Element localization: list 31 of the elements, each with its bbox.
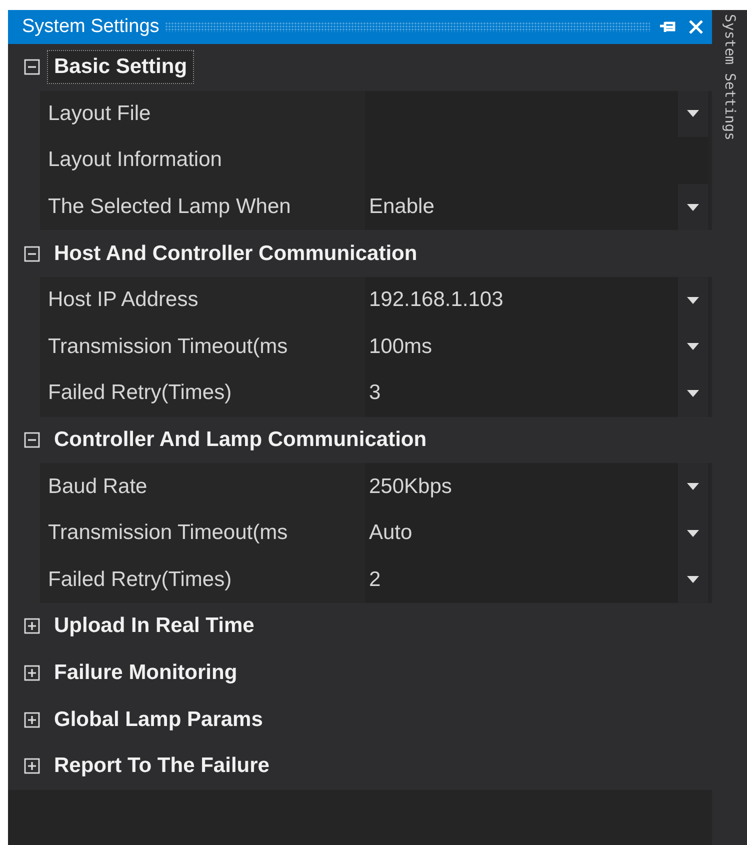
- dropdown-button[interactable]: [678, 463, 708, 510]
- dropdown-button[interactable]: [678, 184, 708, 230]
- caret-icon: [687, 296, 699, 304]
- dropdown-button[interactable]: [678, 276, 708, 324]
- close-button[interactable]: [686, 18, 706, 36]
- caret-icon: [687, 390, 699, 397]
- caret-icon: [687, 576, 699, 584]
- collapse-icon[interactable]: [23, 431, 41, 450]
- category-header[interactable]: Upload In Real Time: [47, 609, 262, 644]
- caret-icon: [687, 204, 699, 211]
- dropdown-button[interactable]: [678, 556, 708, 604]
- caret-icon: [687, 343, 699, 350]
- dropdown-button[interactable]: [678, 90, 708, 138]
- expand-icon[interactable]: [23, 757, 41, 776]
- dropdown-button[interactable]: [678, 370, 708, 417]
- category-header[interactable]: Failure Monitoring: [47, 656, 244, 690]
- expand-icon[interactable]: [23, 617, 41, 636]
- caret-icon: [687, 530, 699, 537]
- category-header[interactable]: Host And Controller Communication: [47, 236, 424, 271]
- side-tab[interactable]: System Settings: [722, 14, 738, 140]
- expand-icon[interactable]: [23, 710, 41, 729]
- collapse-icon[interactable]: [23, 58, 41, 76]
- category-header[interactable]: Basic Setting: [47, 50, 194, 84]
- expand-icon[interactable]: [23, 664, 41, 682]
- caret-icon: [687, 483, 699, 490]
- category-header[interactable]: Controller And Lamp Communication: [47, 423, 434, 458]
- category-header[interactable]: Report To The Failure: [47, 749, 276, 784]
- collapse-icon[interactable]: [23, 244, 41, 263]
- category-header[interactable]: Global Lamp Params: [47, 702, 270, 737]
- caret-icon: [687, 110, 699, 118]
- window-title: System Settings: [22, 16, 160, 38]
